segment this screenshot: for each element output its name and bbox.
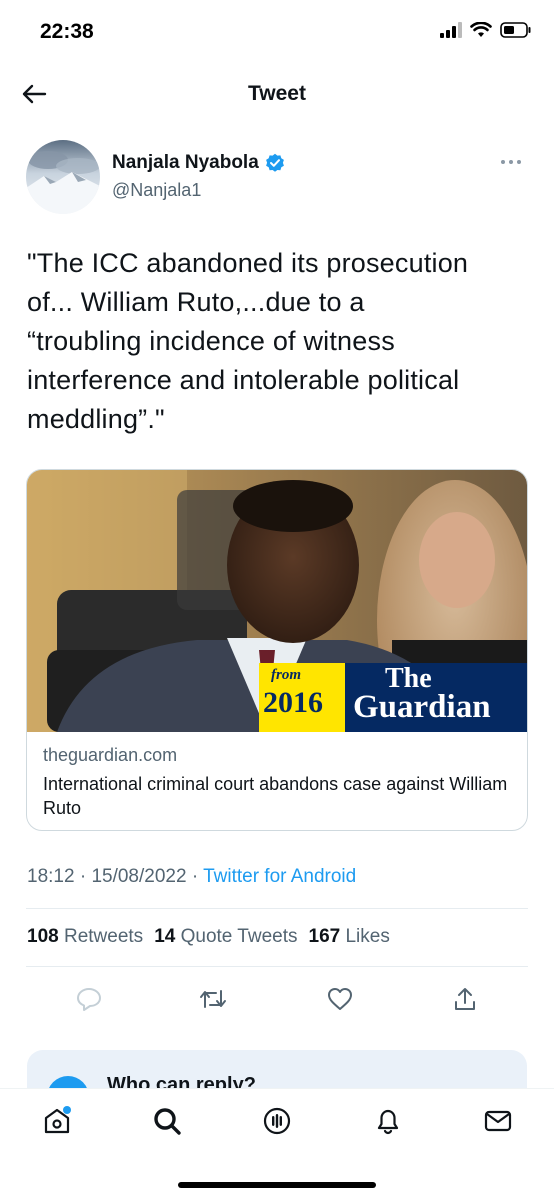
retweet-icon: [200, 990, 226, 1008]
reply-button[interactable]: [74, 984, 104, 1014]
quote-tweets-count: 14: [154, 926, 176, 947]
search-icon: [154, 1108, 181, 1135]
verified-badge-icon: [265, 153, 284, 172]
page-title: Tweet: [248, 82, 306, 105]
reply-icon: [77, 988, 101, 1011]
retweets-stat[interactable]: 108 Retweets: [27, 926, 143, 948]
tab-notifications[interactable]: [372, 1105, 404, 1137]
tab-messages[interactable]: [482, 1105, 514, 1137]
likes-label: Likes: [345, 926, 390, 947]
divider: [26, 966, 528, 967]
tweet-timestamp: 18:12 · 15/08/2022 · Twitter for Android: [27, 866, 356, 888]
meta-separator: ·: [79, 866, 92, 887]
tweet-text-line: meddling”.": [27, 404, 165, 434]
tweet-time: 18:12: [27, 866, 75, 887]
tweet-date: 15/08/2022: [91, 866, 187, 887]
likes-count: 167: [308, 926, 341, 947]
share-button[interactable]: [450, 984, 480, 1014]
bell-icon: [377, 1109, 399, 1135]
divider: [26, 908, 528, 909]
engagement-stats: 108 Retweets 14 Quote Tweets 167 Likes: [27, 926, 390, 948]
tab-search[interactable]: [151, 1105, 183, 1137]
avatar[interactable]: [26, 140, 100, 214]
tweet-text-line: "The ICC abandoned its prosecution: [27, 248, 469, 278]
quote-tweets-stat[interactable]: 14 Quote Tweets: [154, 926, 297, 948]
badge-year: 2016: [263, 686, 323, 719]
author-handle[interactable]: @Nanjala1: [112, 180, 201, 201]
link-preview-card[interactable]: from 2016 The Guardian theguardian.com I…: [26, 469, 528, 831]
like-button[interactable]: [325, 984, 355, 1014]
retweet-button[interactable]: [198, 984, 228, 1014]
card-image: from 2016 The Guardian: [27, 470, 527, 732]
home-indicator: [178, 1182, 376, 1188]
card-title: International criminal court abandons ca…: [43, 774, 508, 818]
tweet-text: "The ICC abandoned its prosecution of...…: [27, 244, 527, 439]
heart-icon: [328, 988, 352, 1010]
tweet-author: Nanjala Nyabola @Nanjala1: [26, 140, 528, 215]
quote-tweets-label: Quote Tweets: [180, 926, 298, 947]
home-icon: [44, 1106, 71, 1134]
status-icons: [440, 22, 532, 38]
status-time: 22:38: [40, 20, 94, 43]
tab-spaces[interactable]: [261, 1105, 293, 1137]
author-name-line: Nanjala Nyabola: [112, 152, 285, 174]
tweet-text-line: interference and intolerable political: [27, 365, 460, 395]
retweets-label: Retweets: [63, 926, 144, 947]
more-options-button[interactable]: [496, 152, 526, 172]
retweets-count: 108: [27, 926, 59, 947]
nav-header: Tweet: [0, 70, 554, 120]
mail-icon: [484, 1110, 512, 1132]
tab-home[interactable]: [41, 1105, 73, 1137]
author-name[interactable]: Nanjala Nyabola: [112, 152, 259, 174]
likes-stat[interactable]: 167 Likes: [309, 926, 390, 948]
status-bar: 22:38: [0, 0, 554, 60]
badge-from: from: [271, 667, 301, 683]
battery-icon: [500, 22, 531, 38]
meta-separator: ·: [191, 866, 204, 887]
signal-icon: [440, 22, 462, 38]
tweet-text-line: “troubling incidence of witness: [27, 326, 395, 356]
tweet-text-line: of... William Ruto,...due to a: [27, 287, 365, 317]
spaces-icon: [263, 1107, 291, 1135]
more-horizontal-icon: [501, 160, 521, 164]
wifi-icon: [470, 22, 492, 37]
avatar-image: [26, 140, 100, 214]
guardian-logo-name: Guardian: [353, 689, 491, 725]
share-icon: [455, 988, 475, 1010]
tweet-actions: [0, 980, 554, 1020]
card-domain: theguardian.com: [43, 745, 178, 765]
tweet-source-link[interactable]: Twitter for Android: [203, 866, 356, 887]
